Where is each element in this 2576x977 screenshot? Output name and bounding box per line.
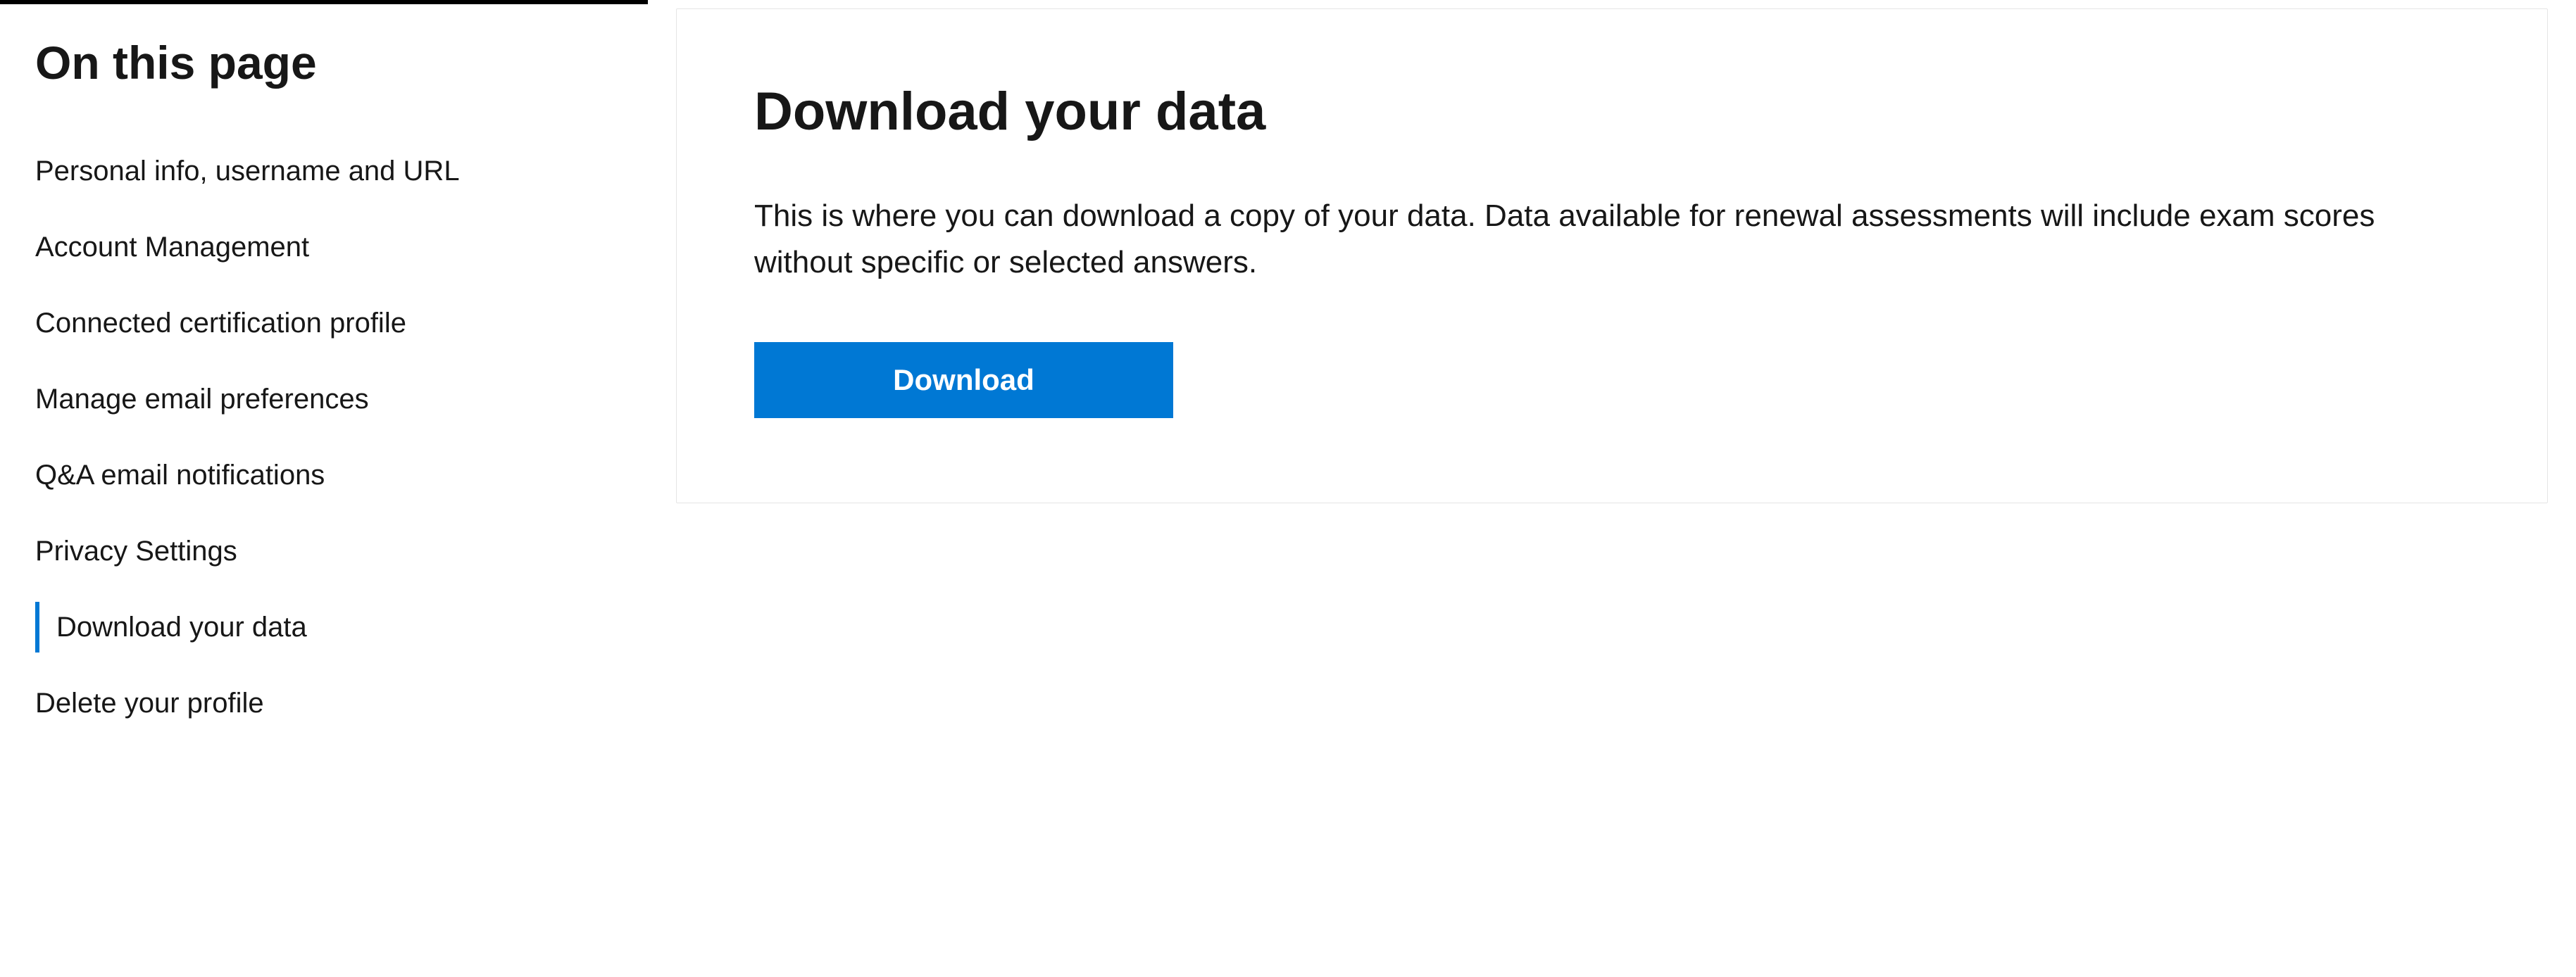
download-card: Download your data This is where you can…	[676, 8, 2548, 503]
sidebar-item-qa-notifications[interactable]: Q&A email notifications	[35, 437, 613, 513]
page-container: On this page Personal info, username and…	[0, 0, 2576, 977]
top-bar-accent	[0, 0, 648, 4]
sidebar-item-personal-info[interactable]: Personal info, username and URL	[35, 133, 613, 209]
sidebar-item-label: Q&A email notifications	[35, 460, 325, 491]
sidebar-item-label: Delete your profile	[35, 688, 264, 719]
page-title: Download your data	[754, 80, 2470, 144]
sidebar-item-delete-profile[interactable]: Delete your profile	[35, 665, 613, 741]
sidebar-item-connected-certification[interactable]: Connected certification profile	[35, 285, 613, 361]
sidebar-item-label: Download your data	[56, 612, 307, 643]
sidebar-item-email-preferences[interactable]: Manage email preferences	[35, 361, 613, 437]
sidebar-item-label: Manage email preferences	[35, 384, 369, 415]
page-description: This is where you can download a copy of…	[754, 193, 2409, 286]
sidebar-nav: Personal info, username and URL Account …	[35, 133, 613, 741]
sidebar-item-account-management[interactable]: Account Management	[35, 209, 613, 285]
sidebar-item-label: Personal info, username and URL	[35, 156, 460, 187]
download-button[interactable]: Download	[754, 342, 1173, 418]
sidebar-item-download-data[interactable]: Download your data	[35, 589, 613, 665]
sidebar-heading: On this page	[35, 35, 613, 91]
sidebar: On this page Personal info, username and…	[0, 0, 648, 977]
sidebar-item-label: Connected certification profile	[35, 308, 406, 339]
sidebar-item-label: Privacy Settings	[35, 536, 237, 567]
main-content: Download your data This is where you can…	[648, 0, 2576, 977]
sidebar-item-privacy-settings[interactable]: Privacy Settings	[35, 513, 613, 589]
sidebar-item-label: Account Management	[35, 232, 309, 263]
